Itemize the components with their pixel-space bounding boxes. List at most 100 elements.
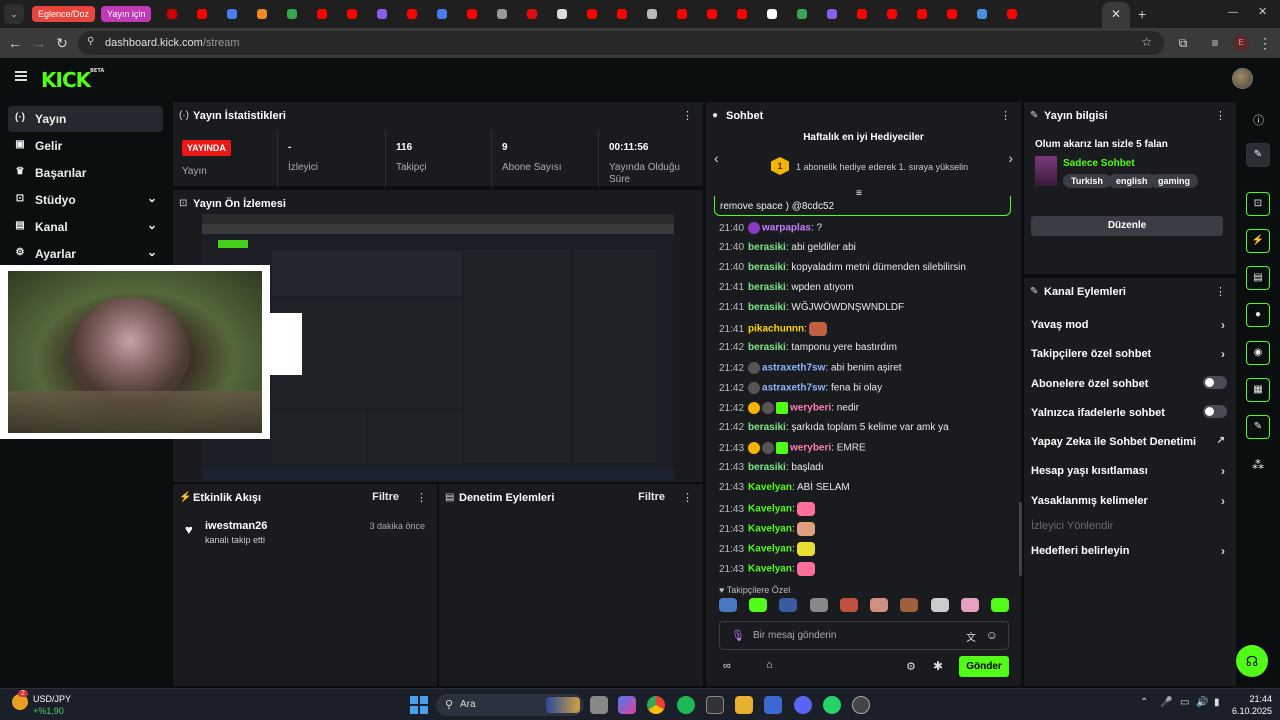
discord-icon[interactable] — [794, 696, 812, 714]
chat-settings-icon[interactable]: ⚙ — [906, 660, 916, 673]
sidebar-item-basarilar[interactable]: ♛ Başarılar — [8, 160, 163, 186]
site-info-icon[interactable]: ⚲ — [87, 36, 94, 47]
emote-icon[interactable] — [990, 598, 1009, 612]
chat-message[interactable]: 21:42 berasiki: şarkıda toplam 5 kelime v… — [719, 422, 949, 433]
file-explorer-icon[interactable] — [735, 696, 753, 714]
chat-username[interactable]: Kavelyan — [748, 504, 792, 515]
spotify-icon[interactable] — [677, 696, 695, 714]
tab-favicon[interactable] — [377, 9, 388, 19]
window-close-icon[interactable]: ✕ — [1258, 5, 1267, 18]
tab-favicon[interactable] — [167, 9, 178, 19]
emote-icon[interactable] — [809, 598, 828, 612]
windows-start-icon[interactable] — [410, 696, 428, 714]
next-arrow-icon[interactable]: › — [1008, 150, 1013, 166]
tab-favicon[interactable] — [647, 9, 658, 19]
chat-username[interactable]: berasiki — [748, 242, 786, 253]
sidebar-item-ayarlar[interactable]: ⚙ Ayarlar ⌄ — [8, 241, 163, 267]
tab-favicon[interactable] — [257, 9, 268, 19]
chat-username[interactable]: berasiki — [748, 262, 786, 273]
copilot-icon[interactable] — [618, 696, 636, 714]
chat-message[interactable]: 21:42 astraxeth7sw: abi benim aşiret — [719, 362, 902, 374]
kebab-menu-icon[interactable]: ⋮ — [1215, 109, 1226, 122]
microphone-tray-icon[interactable]: 🎤 — [1160, 697, 1172, 708]
sidebar-item-gelir[interactable]: ▣ Gelir — [8, 133, 163, 159]
tab-favicon[interactable] — [797, 9, 808, 19]
network-icon[interactable]: ▭ — [1180, 697, 1189, 708]
emote-only-toggle[interactable] — [1203, 405, 1227, 418]
translate-icon[interactable]: 文 — [966, 629, 976, 644]
category-thumbnail[interactable] — [1035, 156, 1057, 186]
tab-favicon[interactable] — [557, 9, 568, 19]
tab-favicon[interactable] — [677, 9, 688, 19]
tab-group-yayin[interactable]: Yayın için — [101, 6, 152, 22]
chat-username[interactable]: astraxeth7sw — [762, 363, 825, 374]
tab-favicon[interactable] — [497, 9, 508, 19]
tab-favicon[interactable] — [707, 9, 718, 19]
active-tab-close-icon[interactable]: ✕ — [1102, 2, 1130, 28]
chat-message[interactable]: 21:40 berasiki: abi geldiler abi — [719, 242, 856, 253]
emote-icon[interactable] — [900, 598, 919, 612]
kebab-menu-icon[interactable]: ⋮ — [1000, 109, 1011, 122]
chat-message[interactable]: 21:41 berasiki: wpden atıyom — [719, 282, 854, 293]
emote-icon[interactable] — [719, 598, 737, 612]
obs-icon[interactable] — [852, 696, 870, 714]
activity-widget-icon[interactable]: ⚡ — [1246, 229, 1270, 253]
tab-favicon[interactable] — [437, 9, 448, 19]
chat-username[interactable]: Kavelyan — [748, 524, 792, 535]
ai-moderation-row[interactable]: Yapay Zeka ile Sohbet Denetimi ↗ — [1031, 435, 1227, 448]
reading-list-icon[interactable]: ≡ — [1206, 34, 1224, 52]
chrome-icon[interactable] — [647, 696, 665, 714]
browser-menu-icon[interactable]: ⋮ — [1256, 34, 1274, 52]
tab-group-eglence[interactable]: Eglence/Doz — [32, 6, 96, 22]
account-age-row[interactable]: Hesap yaşı kısıtlaması › — [1031, 464, 1227, 478]
bookmark-star-icon[interactable]: ☆ — [1141, 35, 1152, 49]
chat-message[interactable]: 21:43 Kavelyan: — [719, 502, 815, 516]
whatsapp-icon[interactable] — [823, 696, 841, 714]
ticker-name[interactable]: USD/JPY — [33, 694, 71, 704]
chat-username[interactable]: berasiki — [748, 282, 786, 293]
mic-icon[interactable]: 🎙 — [731, 629, 745, 642]
chat-username[interactable]: Kavelyan — [748, 564, 792, 575]
emote-icon[interactable] — [779, 598, 798, 612]
chat-message[interactable]: 21:40 warpaplas: ? — [719, 222, 822, 234]
taskview-icon[interactable] — [590, 696, 608, 714]
sidebar-item-kanal[interactable]: ▤ Kanal ⌄ — [8, 214, 163, 240]
chat-username[interactable]: berasiki — [748, 462, 786, 473]
chat-message[interactable]: 21:40 berasiki: kopyaladım metni dümenden… — [719, 262, 966, 273]
tab-favicon[interactable] — [947, 9, 958, 19]
points-icon[interactable]: ∞ — [723, 660, 731, 672]
forward-icon[interactable]: → — [30, 34, 48, 52]
tab-favicon[interactable] — [977, 9, 988, 19]
emote-icon[interactable] — [749, 598, 768, 612]
prev-arrow-icon[interactable]: ‹ — [714, 150, 719, 166]
chat-message[interactable]: 21:41 berasiki: WĞJWÖWDNŞWNDLDF — [719, 302, 904, 313]
tab-favicon[interactable] — [227, 9, 238, 19]
webcam-overlay[interactable] — [0, 265, 302, 439]
send-button[interactable]: Gönder — [959, 656, 1009, 677]
kebab-menu-icon[interactable]: ⋮ — [1215, 285, 1226, 298]
volume-icon[interactable]: 🔊 — [1196, 697, 1208, 708]
edit-layout-icon[interactable]: ✎ — [1246, 143, 1270, 167]
stats-widget-icon[interactable]: ⊡ — [1246, 192, 1270, 216]
tab-favicon[interactable] — [857, 9, 868, 19]
profile-avatar[interactable]: E — [1233, 35, 1249, 51]
tab-favicon[interactable] — [407, 9, 418, 19]
kebab-menu-icon[interactable]: ⋮ — [682, 109, 693, 122]
chat-username[interactable]: Kavelyan — [748, 482, 792, 493]
broadcast-widget-icon[interactable]: ◉ — [1246, 341, 1270, 365]
category-name[interactable]: Sadece Sohbet — [1063, 158, 1135, 169]
back-icon[interactable]: ← — [6, 34, 24, 52]
tab-favicon[interactable] — [347, 9, 358, 19]
taskbar-search[interactable]: ⚲ Ara — [436, 694, 584, 716]
chat-message[interactable]: 21:43 Kavelyan: — [719, 542, 815, 556]
tab-favicon[interactable] — [317, 9, 328, 19]
kebab-menu-icon[interactable]: ⋮ — [682, 491, 693, 504]
chat-username[interactable]: berasiki — [748, 302, 786, 313]
chat-message[interactable]: 21:43 berasiki: başladı — [719, 462, 824, 473]
set-goals-row[interactable]: Hedefleri belirleyin › — [1031, 544, 1227, 558]
tab-favicon[interactable] — [887, 9, 898, 19]
address-bar[interactable]: ⚲ dashboard.kick.com/stream ☆ — [78, 31, 1164, 55]
subscribers-only-toggle[interactable] — [1203, 376, 1227, 389]
chat-username[interactable]: berasiki — [748, 342, 786, 353]
tag-gaming[interactable]: gaming — [1150, 174, 1199, 188]
